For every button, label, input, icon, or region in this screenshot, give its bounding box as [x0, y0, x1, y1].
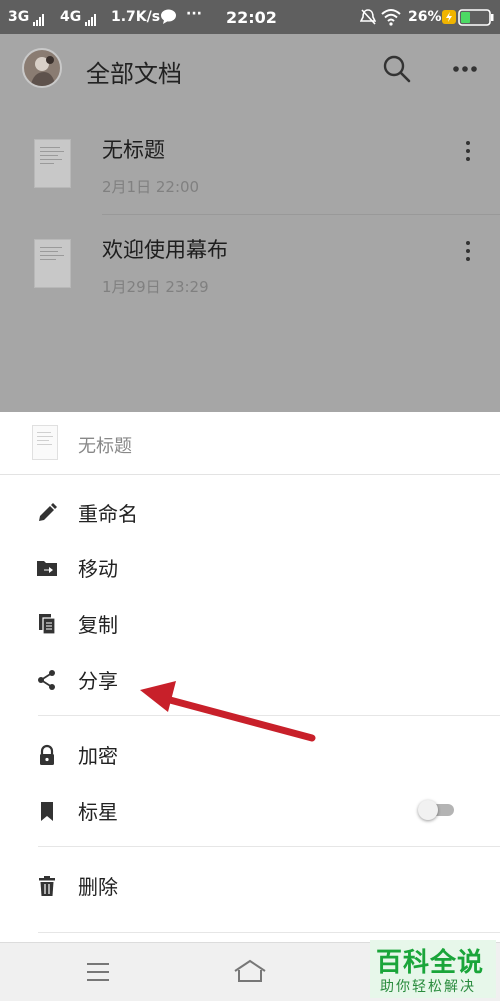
copy-icon	[39, 614, 56, 635]
sheet-header: 无标题	[0, 412, 500, 475]
watermark-title: 百科全说	[376, 948, 485, 978]
document-title: 欢迎使用幕布	[102, 238, 228, 262]
watermark-logo: 百科全说 助你轻松解决	[370, 940, 496, 998]
menu-item-label: 重命名	[78, 502, 138, 526]
document-row[interactable]: 欢迎使用幕布 1月29日 23:29	[0, 216, 500, 316]
status-bar: 3G 4G 1.7K/s ··· 22:02 26%	[0, 0, 500, 34]
share-icon	[38, 670, 55, 690]
menu-item-share[interactable]: 分享	[0, 651, 500, 707]
menu-item-label: 删除	[78, 875, 118, 899]
sheet-document-title: 无标题	[78, 436, 132, 457]
network-4g-label: 4G	[60, 9, 82, 25]
menu-item-move[interactable]: 移动	[0, 539, 500, 595]
dimmed-background[interactable]: 全部文档 无标题 2月1日 22:00 欢迎使用幕布 1月29日 23:29	[0, 34, 500, 412]
action-sheet: 无标题 重命名 移动 复制 分享 加密 标星 删除	[0, 412, 500, 942]
document-thumbnail	[34, 139, 71, 188]
search-icon[interactable]	[380, 52, 414, 86]
folder-move-icon	[37, 561, 57, 576]
charge-icon	[442, 10, 456, 24]
menu-item-label: 加密	[78, 744, 118, 768]
divider	[38, 846, 500, 847]
page-title: 全部文档	[86, 60, 182, 88]
network-speed: 1.7K/s	[111, 9, 161, 25]
document-thumbnail	[32, 425, 58, 460]
more-vertical-icon[interactable]	[460, 238, 476, 264]
bookmark-icon	[41, 802, 53, 821]
star-toggle[interactable]	[418, 800, 454, 820]
divider	[38, 932, 500, 933]
divider	[102, 214, 500, 215]
watermark-subtitle: 助你轻松解决	[380, 979, 476, 995]
menu-item-star[interactable]: 标星	[0, 782, 500, 838]
menu-item-encrypt[interactable]: 加密	[0, 726, 500, 782]
clock: 22:02	[226, 8, 277, 27]
menu-item-delete[interactable]: 删除	[0, 857, 500, 913]
battery-percent: 26%	[408, 9, 442, 25]
document-thumbnail	[34, 239, 71, 288]
mute-icon	[360, 9, 376, 25]
menu-item-label: 复制	[78, 613, 118, 637]
more-vertical-icon[interactable]	[460, 138, 476, 164]
app-header: 全部文档	[0, 34, 500, 102]
menu-item-rename[interactable]: 重命名	[0, 484, 500, 540]
document-date: 2月1日 22:00	[102, 178, 200, 196]
menu-item-copy[interactable]: 复制	[0, 595, 500, 651]
battery-icon	[458, 9, 494, 26]
document-row[interactable]: 无标题 2月1日 22:00	[0, 116, 500, 216]
home-icon[interactable]	[232, 957, 268, 985]
menu-icon[interactable]	[86, 961, 110, 983]
document-title: 无标题	[102, 138, 165, 162]
chat-bubble-icon	[161, 9, 176, 24]
wifi-icon	[381, 9, 401, 26]
menu-item-label: 标星	[78, 800, 118, 824]
more-horizontal-icon[interactable]	[448, 52, 482, 86]
network-3g-label: 3G	[8, 9, 30, 25]
pencil-icon	[39, 503, 57, 521]
menu-item-label: 分享	[78, 669, 118, 693]
menu-item-label: 移动	[78, 557, 118, 581]
trash-icon	[39, 876, 55, 896]
document-date: 1月29日 23:29	[102, 278, 209, 296]
lock-icon	[40, 744, 54, 765]
avatar[interactable]	[22, 48, 62, 88]
signal-bars-icon	[30, 9, 45, 26]
signal-bars-icon	[82, 9, 97, 26]
divider	[38, 715, 500, 716]
more-notifications-icon: ···	[186, 6, 202, 22]
